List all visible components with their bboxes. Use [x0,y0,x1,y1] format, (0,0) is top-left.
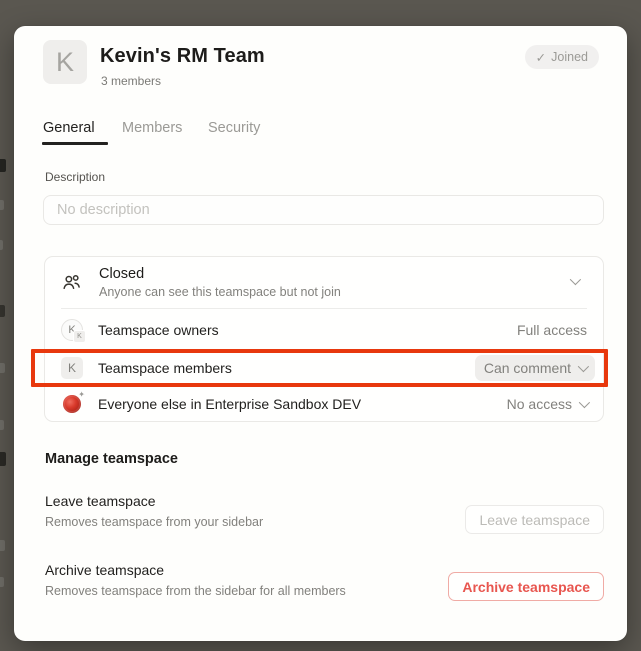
manage-section-heading: Manage teamspace [45,451,178,467]
permission-row-label: Teamspace members [98,360,475,376]
joined-badge[interactable]: ✓ Joined [525,45,599,69]
background-text-fragment [0,200,4,210]
everyone-access-dropdown[interactable]: No access [507,396,587,412]
archive-teamspace-subtitle: Removes teamspace from the sidebar for a… [45,584,346,598]
description-input[interactable] [43,195,604,225]
teamspace-avatar[interactable]: K [43,40,87,84]
sparkle-icon: ✦ [78,390,85,399]
workspace-logo-icon: ✦ [63,395,81,413]
background-text-fragment [0,577,4,587]
active-tab-indicator [42,142,108,145]
archive-teamspace-button[interactable]: Archive teamspace [448,572,604,601]
permission-row-everyone: ✦ Everyone else in Enterprise Sandbox DE… [45,386,603,422]
teamspace-settings-modal: K Kevin's RM Team 3 members ✓ Joined Gen… [14,26,627,641]
permission-row-owners: K K Teamspace owners Full access [45,309,603,350]
tab-general[interactable]: General [43,120,95,136]
background-text-fragment [0,305,5,317]
archive-teamspace-title: Archive teamspace [45,562,164,578]
permission-row-members: K Teamspace members Can comment [45,350,603,386]
chevron-down-icon [579,397,590,408]
access-mode-subtitle: Anyone can see this teamspace but not jo… [99,285,341,301]
leave-teamspace-subtitle: Removes teamspace from your sidebar [45,515,263,529]
joined-badge-label: Joined [551,50,588,64]
description-label: Description [45,170,105,184]
access-mode-title: Closed [99,265,341,283]
owners-avatar: K K [61,319,83,341]
leave-teamspace-title: Leave teamspace [45,493,156,509]
people-icon [61,272,82,293]
permission-row-label: Everyone else in Enterprise Sandbox DEV [98,396,507,412]
leave-teamspace-button[interactable]: Leave teamspace [465,505,604,534]
member-count: 3 members [101,74,161,88]
background-text-fragment [0,540,5,551]
members-avatar: K [61,357,83,379]
chevron-down-icon [578,361,589,372]
background-text-fragment [0,159,6,172]
chevron-down-icon [570,274,581,285]
tab-members[interactable]: Members [122,120,182,136]
owners-avatar-badge: K [73,330,86,343]
owners-access-level: Full access [517,322,587,338]
background-text-fragment [0,452,6,466]
members-access-dropdown[interactable]: Can comment [475,355,595,381]
permissions-card: Closed Anyone can see this teamspace but… [44,256,604,422]
check-icon: ✓ [536,50,546,65]
tab-security[interactable]: Security [208,120,260,136]
permission-row-label: Teamspace owners [98,322,517,338]
background-text-fragment [0,420,4,430]
access-mode-dropdown[interactable]: Closed Anyone can see this teamspace but… [45,257,603,308]
background-text-fragment [0,363,5,373]
background-text-fragment [0,240,3,250]
teamspace-title: Kevin's RM Team [100,45,265,68]
